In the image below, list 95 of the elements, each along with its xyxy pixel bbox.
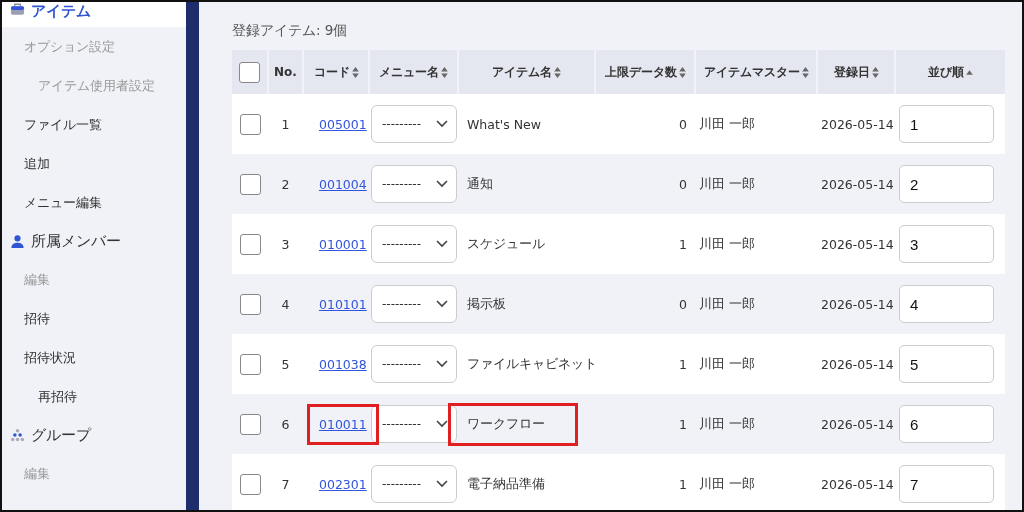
sort-icon [801, 66, 809, 78]
master-name: 川田 一郎 [699, 235, 755, 251]
order-field[interactable]: 2 [899, 165, 994, 203]
registration-date: 2026-05-14 [821, 236, 894, 252]
master-name: 川田 一郎 [699, 415, 755, 431]
row-checkbox[interactable] [239, 233, 261, 255]
registration-date: 2026-05-14 [821, 476, 894, 492]
sidebar-link[interactable]: 招待 [24, 309, 50, 328]
item-name: 通知 [467, 175, 493, 191]
section-title: グループ [31, 425, 91, 445]
master-name: 川田 一郎 [699, 295, 755, 311]
sidebar-link[interactable]: メニュー編集 [24, 193, 102, 212]
code-link[interactable]: 010001 [319, 236, 367, 252]
item-name: 電子納品準備 [467, 475, 545, 491]
sidebar-section[interactable]: 所属メンバー [2, 222, 186, 260]
order-field[interactable]: 5 [899, 345, 994, 383]
sidebar-section[interactable]: グループ [2, 416, 186, 454]
column-header[interactable]: 登録日 [833, 63, 870, 81]
master-name: 川田 一郎 [699, 475, 755, 491]
menu-dropdown[interactable]: --------- [371, 285, 457, 323]
data-limit: 1 [679, 416, 687, 432]
registration-date: 2026-05-14 [821, 176, 894, 192]
chevron-down-icon [436, 420, 448, 428]
row-checkbox[interactable] [239, 173, 261, 195]
row-number: 4 [281, 296, 290, 312]
data-limit: 0 [679, 296, 687, 312]
order-field[interactable]: 4 [899, 285, 994, 323]
chevron-down-icon [436, 300, 448, 308]
menu-dropdown[interactable]: --------- [371, 345, 457, 383]
sidebar-section[interactable]: アイテム [2, 2, 186, 27]
chevron-down-icon [436, 120, 448, 128]
menu-dropdown[interactable]: --------- [371, 225, 457, 263]
sort-icon [351, 66, 359, 78]
group-icon [10, 428, 25, 442]
chevron-down-icon [436, 360, 448, 368]
sidebar-link[interactable]: 招待状況 [24, 348, 76, 367]
item-name: 掲示板 [467, 295, 506, 311]
section-title: 所属メンバー [31, 231, 121, 251]
sidebar-link[interactable]: 追加 [24, 154, 50, 173]
sort-icon [678, 66, 686, 78]
code-link[interactable]: 010011 [319, 416, 367, 432]
master-name: 川田 一郎 [699, 115, 755, 131]
code-link[interactable]: 010101 [319, 296, 367, 312]
code-link[interactable]: 005001 [319, 116, 367, 132]
row-checkbox[interactable] [239, 413, 261, 435]
menu-dropdown[interactable]: --------- [371, 165, 457, 203]
data-limit: 1 [679, 356, 687, 372]
registration-date: 2026-05-14 [821, 296, 894, 312]
menu-dropdown[interactable]: --------- [371, 405, 457, 443]
item-name: スケジュール [467, 235, 545, 251]
row-checkbox[interactable] [239, 353, 261, 375]
item-name: What's New [467, 116, 542, 132]
column-header[interactable]: アイテム名 [492, 63, 552, 81]
data-limit: 0 [679, 116, 687, 132]
registration-date: 2026-05-14 [821, 116, 894, 132]
sort-icon [441, 66, 448, 78]
order-field[interactable]: 1 [899, 105, 994, 143]
row-number: 2 [281, 176, 290, 192]
code-link[interactable]: 001038 [319, 356, 367, 372]
person-icon [10, 234, 25, 248]
data-limit: 0 [679, 176, 687, 192]
select-all-checkbox[interactable] [239, 61, 260, 83]
menu-dropdown[interactable]: --------- [371, 105, 457, 143]
item-name: ファイルキャビネット [467, 355, 597, 371]
code-link[interactable]: 001004 [319, 176, 367, 192]
registration-date: 2026-05-14 [821, 416, 894, 432]
master-name: 川田 一郎 [699, 175, 755, 191]
order-field[interactable]: 6 [899, 405, 994, 443]
order-field[interactable]: 3 [899, 225, 994, 263]
menu-dropdown[interactable]: --------- [371, 465, 457, 503]
row-checkbox[interactable] [239, 293, 261, 315]
row-number: 1 [281, 116, 290, 132]
sort-icon [871, 66, 879, 78]
data-limit: 1 [679, 476, 687, 492]
chevron-down-icon [436, 240, 448, 248]
sort-icon [554, 66, 561, 78]
row-number: 6 [281, 416, 290, 432]
section-title: アイテム [31, 2, 91, 21]
toolbox-icon [10, 2, 25, 16]
row-checkbox[interactable] [239, 113, 261, 135]
data-limit: 1 [679, 236, 687, 252]
row-number: 5 [281, 356, 290, 372]
chevron-down-icon [436, 180, 448, 188]
row-number: 3 [281, 236, 290, 252]
chevron-down-icon [436, 480, 448, 488]
order-field[interactable]: 7 [899, 465, 994, 503]
master-name: 川田 一郎 [699, 355, 755, 371]
sidebar-link[interactable]: 再招待 [38, 387, 77, 406]
row-number: 7 [281, 476, 290, 492]
row-checkbox[interactable] [239, 473, 261, 495]
registration-date: 2026-05-14 [821, 356, 894, 372]
sidebar-link[interactable]: ファイル一覧 [24, 115, 102, 134]
item-count: 登録アイテム: 9個 [232, 22, 349, 40]
column-header[interactable]: 並び順 [928, 63, 964, 81]
item-name: ワークフロー [467, 415, 545, 431]
